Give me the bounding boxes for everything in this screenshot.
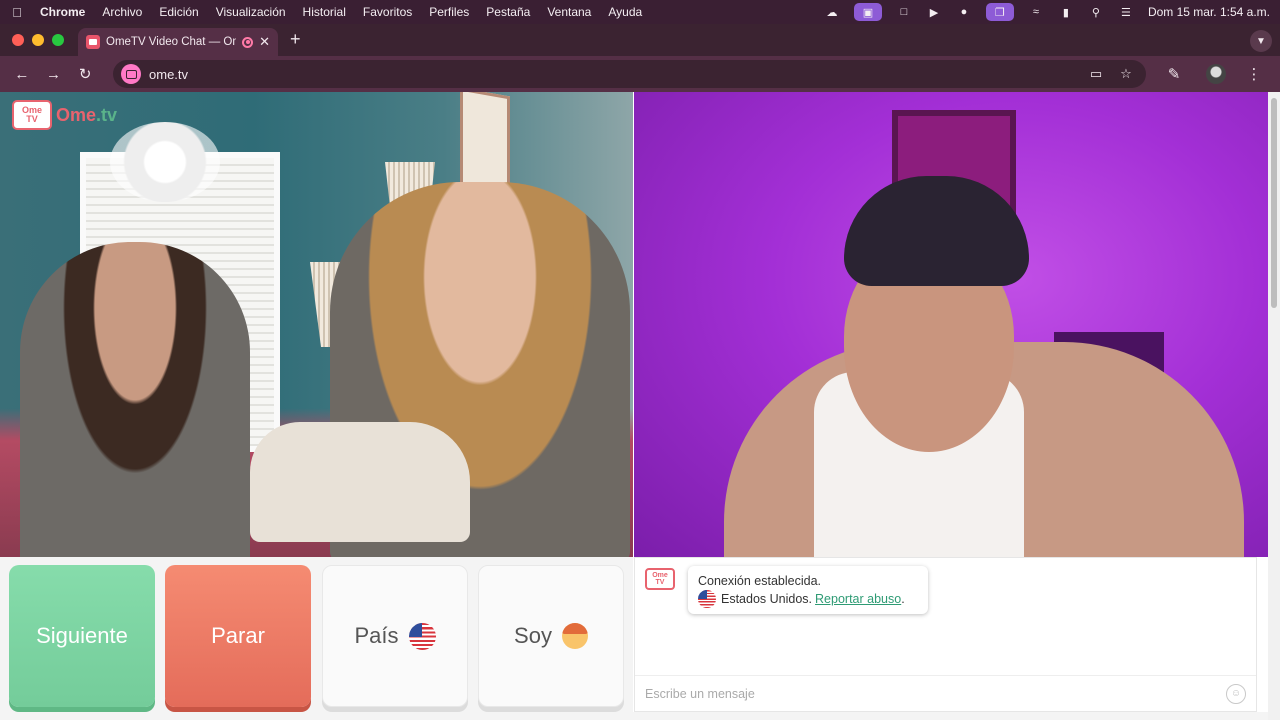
- cast-icon[interactable]: ▭: [1084, 66, 1108, 82]
- remote-video-feed: [634, 92, 1268, 557]
- back-arrow-icon[interactable]: ←: [8, 60, 36, 88]
- browser-toolbar: ← → ↻ ome.tv ▭ ☆ ✎ ⋮: [0, 56, 1280, 92]
- ometv-chat-avatar-icon: Ome TV: [645, 568, 675, 590]
- ometv-logo[interactable]: Ome TV Ome.tv: [12, 100, 117, 130]
- message-composer: ☺: [635, 675, 1256, 711]
- next-button-label: Siguiente: [36, 623, 128, 648]
- forward-arrow-icon[interactable]: →: [40, 60, 68, 88]
- ometv-favicon-icon: [86, 35, 100, 49]
- chat-panel: Ome TV Conexión establecida. Estados Uni…: [634, 557, 1257, 712]
- status-tray: ☁ ▣ □ ▶ ● ❐ ≈ ▮ ⚲ ☰ Dom 15 mar. 1:54 a.m…: [824, 3, 1270, 21]
- message-input[interactable]: [645, 686, 1226, 701]
- gender-select-button[interactable]: Soy: [478, 565, 624, 707]
- zoom-window-button[interactable]: [52, 34, 64, 46]
- bookmark-star-icon[interactable]: ☆: [1114, 66, 1138, 82]
- scrollbar-thumb[interactable]: [1271, 98, 1277, 308]
- person-left: [20, 242, 250, 557]
- next-button[interactable]: Siguiente: [9, 565, 155, 707]
- macos-menu-bar:  Chrome Archivo Edición Visualización H…: [0, 0, 1280, 24]
- connection-status-line: Conexión establecida.: [698, 572, 918, 590]
- logo-tv-bottom: TV: [26, 114, 38, 124]
- control-center-icon[interactable]: ☰: [1118, 5, 1134, 19]
- chat-logo-top: Ome: [652, 572, 668, 579]
- window-switcher-icon[interactable]: ❐: [985, 3, 1014, 21]
- apple-icon[interactable]: : [10, 5, 24, 20]
- minimize-window-button[interactable]: [32, 34, 44, 46]
- window-controls: [0, 34, 78, 56]
- recording-indicator-icon: [242, 36, 254, 48]
- report-abuse-link[interactable]: Reportar abuso: [815, 592, 901, 606]
- stop-button[interactable]: Parar: [165, 565, 311, 707]
- report-period: .: [901, 592, 905, 606]
- extensions-puzzle-icon[interactable]: ✎: [1160, 60, 1188, 88]
- address-bar[interactable]: ome.tv ▭ ☆: [113, 60, 1146, 88]
- logo-word: Ome: [56, 104, 97, 125]
- address-url[interactable]: ome.tv: [149, 67, 1078, 82]
- us-flag-icon: [408, 622, 436, 650]
- menu-archivo[interactable]: Archivo: [102, 5, 142, 19]
- country-button-label: País: [354, 623, 399, 648]
- toolbar-actions: ✎ ⋮: [1160, 60, 1272, 88]
- menu-favoritos[interactable]: Favoritos: [363, 5, 412, 19]
- battery-icon[interactable]: ▮: [1058, 5, 1074, 19]
- partner-country: Estados Unidos.: [721, 592, 813, 606]
- logo-wordmark: Ome.tv: [56, 105, 117, 126]
- new-tab-button[interactable]: +: [278, 29, 313, 56]
- close-window-button[interactable]: [12, 34, 24, 46]
- page-footer-strip: [0, 712, 1268, 720]
- menu-historial[interactable]: Historial: [303, 5, 346, 19]
- stop-button-label: Parar: [211, 623, 265, 648]
- system-message-bubble: Conexión establecida. Estados Unidos. Re…: [688, 566, 928, 614]
- menu-ventana[interactable]: Ventana: [547, 5, 591, 19]
- us-flag-icon: [698, 590, 716, 608]
- ometv-tv-icon: Ome TV: [12, 100, 52, 130]
- menu-app-chrome[interactable]: Chrome: [40, 5, 85, 19]
- more-menu-icon[interactable]: ⋮: [1240, 60, 1268, 88]
- connection-status: Conexión establecida.: [698, 574, 821, 588]
- wall-decor: [110, 122, 220, 202]
- chat-logo-bottom: TV: [655, 579, 665, 586]
- logo-tld: .tv: [96, 104, 118, 125]
- menu-ayuda[interactable]: Ayuda: [608, 5, 642, 19]
- menu-visualizacion[interactable]: Visualización: [216, 5, 286, 19]
- local-video-feed: Ome TV Ome.tv: [0, 92, 633, 557]
- reload-icon[interactable]: ↻: [71, 60, 99, 88]
- soy-button-label: Soy: [514, 623, 552, 648]
- tab-title: OmeTV Video Chat — Om: [106, 36, 237, 48]
- camera-site-icon[interactable]: [121, 64, 142, 84]
- display-icon[interactable]: □: [896, 5, 912, 19]
- close-tab-icon[interactable]: ✕: [259, 34, 270, 50]
- menu-edicion[interactable]: Edición: [159, 5, 198, 19]
- screen-share-icon[interactable]: ▣: [853, 3, 882, 21]
- page-scrollbar[interactable]: [1268, 92, 1280, 720]
- browser-tab-strip: OmeTV Video Chat — Om ✕ + ▼: [0, 24, 1280, 56]
- emoji-smiley-icon[interactable]: ☺: [1226, 683, 1246, 704]
- play-icon[interactable]: ▶: [926, 5, 942, 19]
- ometv-page: Ome TV Ome.tv Siguiente Parar País Soy O…: [0, 92, 1268, 720]
- user-icon[interactable]: ●: [956, 5, 972, 19]
- spotlight-search-icon[interactable]: ⚲: [1088, 5, 1104, 19]
- menu-pestana[interactable]: Pestaña: [486, 5, 530, 19]
- tab-ometv[interactable]: OmeTV Video Chat — Om ✕: [78, 28, 278, 56]
- profile-avatar[interactable]: [1206, 64, 1226, 84]
- wifi-icon[interactable]: ≈: [1028, 5, 1044, 19]
- menu-perfiles[interactable]: Perfiles: [429, 5, 469, 19]
- boy-face-icon: [561, 623, 588, 649]
- blanket: [250, 422, 470, 542]
- chevron-down-icon[interactable]: ▼: [1250, 30, 1272, 52]
- chat-controls: Siguiente Parar País Soy: [0, 557, 633, 720]
- menubar-clock[interactable]: Dom 15 mar. 1:54 a.m.: [1148, 5, 1270, 19]
- partner-country-line: Estados Unidos. Reportar abuso.: [698, 590, 918, 608]
- creative-cloud-icon[interactable]: ☁: [824, 5, 840, 19]
- country-filter-button[interactable]: País: [322, 565, 468, 707]
